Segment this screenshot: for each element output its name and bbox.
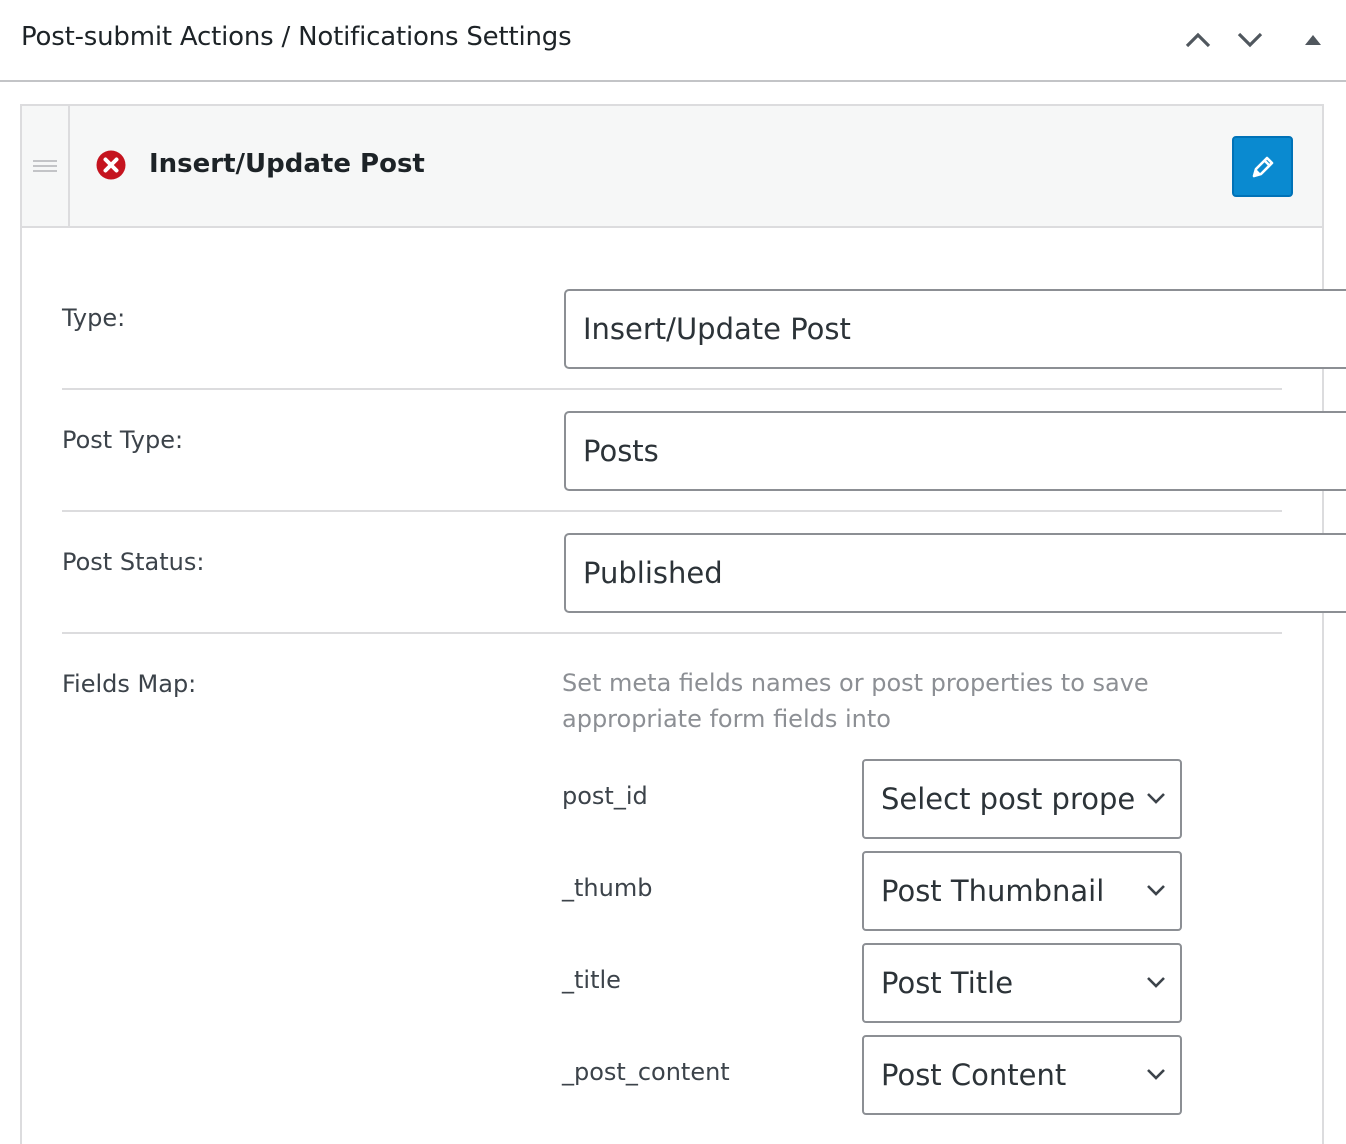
map-field-select[interactable]: Post Thumbnail bbox=[862, 851, 1182, 931]
metabox-title: Post-submit Actions / Notifications Sett… bbox=[21, 22, 572, 52]
map-field-label: post_id bbox=[562, 782, 648, 810]
map-field-select[interactable]: Post Title bbox=[862, 943, 1182, 1023]
chevron-down-icon bbox=[1147, 885, 1165, 896]
divider bbox=[62, 388, 1282, 390]
map-field-label: _post_content bbox=[562, 1058, 730, 1086]
chevron-up-icon bbox=[1185, 32, 1211, 48]
move-up-button[interactable] bbox=[1178, 20, 1218, 60]
map-field-select[interactable]: Post Content bbox=[862, 1035, 1182, 1115]
type-label: Type: bbox=[62, 304, 126, 332]
error-icon bbox=[96, 150, 126, 180]
map-field-label: _title bbox=[562, 966, 621, 994]
chevron-down-icon bbox=[1147, 793, 1165, 804]
drag-handle[interactable] bbox=[22, 106, 70, 226]
divider bbox=[62, 632, 1282, 634]
map-field-value: Post Content bbox=[881, 1058, 1067, 1092]
fields-map-label: Fields Map: bbox=[62, 670, 197, 698]
toggle-panel-button[interactable] bbox=[1293, 20, 1333, 60]
post-type-label: Post Type: bbox=[62, 426, 184, 454]
action-card-header[interactable]: Insert/Update Post bbox=[22, 106, 1322, 228]
metabox-header: Post-submit Actions / Notifications Sett… bbox=[0, 0, 1346, 82]
map-field-value: Post Thumbnail bbox=[881, 874, 1105, 908]
action-title: Insert/Update Post bbox=[149, 149, 425, 179]
chevron-down-icon bbox=[1147, 1069, 1165, 1080]
post-status-label: Post Status: bbox=[62, 548, 205, 576]
type-select[interactable]: Insert/Update Post bbox=[564, 289, 1346, 369]
chevron-down-icon bbox=[1147, 977, 1165, 988]
post-status-select[interactable]: Published bbox=[564, 533, 1346, 613]
map-field-select[interactable]: Select post property bbox=[862, 759, 1182, 839]
move-down-button[interactable] bbox=[1230, 20, 1270, 60]
fields-map-description: Set meta fields names or post properties… bbox=[562, 669, 1149, 733]
drag-handle-icon bbox=[33, 160, 57, 172]
divider bbox=[62, 510, 1282, 512]
map-field-value: Post Title bbox=[881, 966, 1014, 1000]
map-field-value: Select post property bbox=[881, 782, 1134, 816]
chevron-down-icon bbox=[1237, 32, 1263, 48]
map-field-label: _thumb bbox=[562, 874, 653, 902]
triangle-up-icon bbox=[1305, 35, 1321, 45]
edit-button[interactable] bbox=[1232, 136, 1293, 197]
post-type-select[interactable]: Posts bbox=[564, 411, 1346, 491]
pencil-icon bbox=[1252, 156, 1273, 177]
